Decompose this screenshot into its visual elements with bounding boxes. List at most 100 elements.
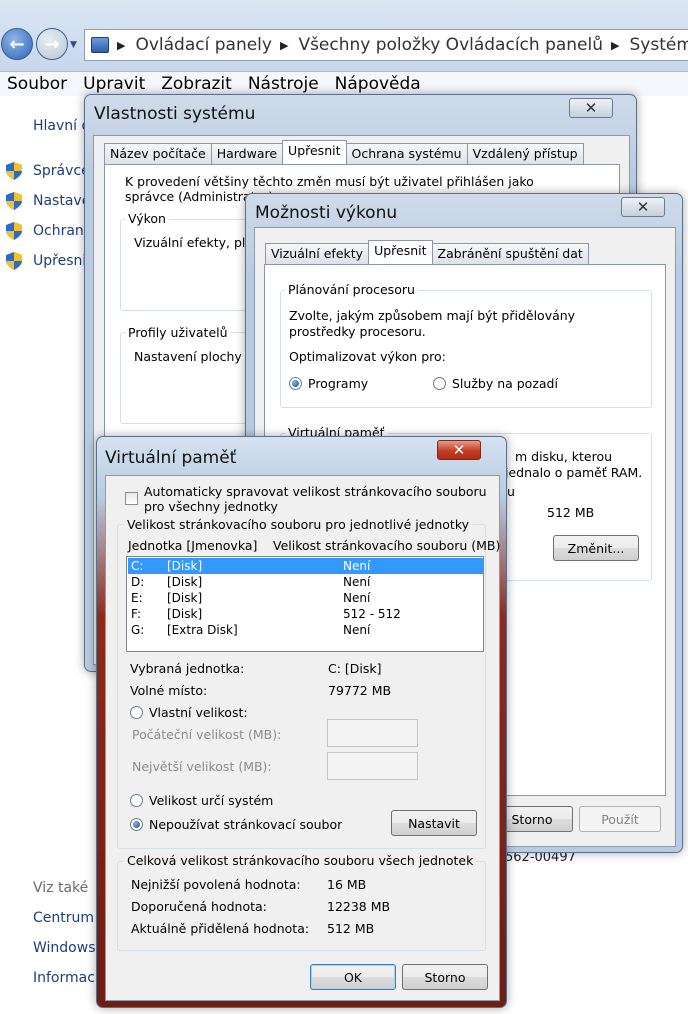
list-item[interactable]: F: [Disk] 512 - 512 <box>128 606 483 622</box>
shield-icon <box>6 222 22 240</box>
radio-system-managed[interactable] <box>130 794 143 807</box>
close-button[interactable]: ✕ <box>437 440 481 460</box>
profiles-text: Nastavení plochy v <box>134 349 254 364</box>
scheduling-text: Zvolte, jakým způsobem mají být přidělov… <box>289 308 576 339</box>
tab-advanced[interactable]: Upřesnit <box>368 240 433 264</box>
apply-button: Použít <box>579 806 661 832</box>
menu-view[interactable]: Zobrazit <box>161 74 232 94</box>
breadcrumb-item[interactable]: Systém <box>629 35 688 55</box>
side-link[interactable]: Správce <box>33 163 90 179</box>
profiles-label: Profily uživatelů <box>125 325 231 340</box>
side-home-link[interactable]: Hlavní o <box>33 118 90 134</box>
see-also-link[interactable]: Informac <box>33 970 95 986</box>
breadcrumb[interactable]: ▶ Ovládací panely ▶ Všechny položky Ovlá… <box>84 29 688 61</box>
virtual-memory-text-1: m disku, kterou <box>515 449 613 464</box>
window-title: Vlastnosti systému <box>94 104 256 124</box>
side-link[interactable]: Nastave <box>33 193 90 209</box>
total-label: Celková velikost stránkovacího souboru v… <box>124 853 477 868</box>
see-also-heading: Viz také <box>33 880 89 896</box>
tab-strip: Vizuální efekty Upřesnit Zabránění spušt… <box>265 240 589 264</box>
close-icon: ✕ <box>636 198 650 216</box>
radio-custom-size-label[interactable]: Vlastní velikost: <box>149 705 248 720</box>
arrow-left-icon: ← <box>9 33 25 55</box>
radio-background-services-label[interactable]: Služby na pozadí <box>452 376 558 391</box>
shield-icon <box>6 252 22 270</box>
menu-bar: Soubor Upravit Zobrazit Nástroje Nápověd… <box>0 72 688 96</box>
see-also-link[interactable]: Centrum <box>33 910 94 926</box>
column-header-size: Velikost stránkovacího souboru (MB) <box>273 538 501 553</box>
virtual-memory-size: 512 MB <box>547 505 595 520</box>
list-item[interactable]: E: [Disk] Není <box>128 590 483 606</box>
window-title: Možnosti výkonu <box>255 203 398 223</box>
max-size-label: Největší velikost (MB): <box>132 759 272 774</box>
performance-text: Vizuální efekty, plá <box>134 235 254 250</box>
list-item[interactable]: D: [Disk] Není <box>128 574 483 590</box>
auto-manage-checkbox[interactable] <box>125 492 138 505</box>
tab-visual-effects[interactable]: Vizuální efekty <box>265 243 370 264</box>
radio-programs-label[interactable]: Programy <box>308 376 368 391</box>
close-button[interactable]: ✕ <box>569 98 613 118</box>
window-client: Automaticky spravovat velikost stránkova… <box>105 475 500 1001</box>
chevron-right-icon[interactable]: ▶ <box>611 39 619 52</box>
recommended-value: 12238 MB <box>327 899 391 914</box>
close-icon: ✕ <box>584 99 598 117</box>
virtual-memory-text-3: u <box>507 484 515 499</box>
set-button[interactable]: Nastavit <box>391 810 477 836</box>
current-value: 512 MB <box>327 921 375 936</box>
tab-dep[interactable]: Zabránění spuštění dat <box>431 243 589 264</box>
selected-drive-value: C: [Disk] <box>328 661 382 676</box>
chevron-right-icon[interactable]: ▶ <box>280 39 288 52</box>
auto-manage-label[interactable]: Automaticky spravovat velikost stránkova… <box>144 484 489 514</box>
radio-system-managed-label[interactable]: Velikost určí systém <box>149 793 273 808</box>
radio-no-paging-label[interactable]: Nepoužívat stránkovací soubor <box>149 817 342 832</box>
menu-help[interactable]: Nápověda <box>335 74 421 94</box>
performance-label: Výkon <box>125 211 169 226</box>
virtual-memory-text-2: jednalo o paměť RAM. <box>505 465 643 480</box>
see-also-link[interactable]: Windows <box>33 940 96 956</box>
radio-background-services[interactable] <box>433 377 446 390</box>
drive-list[interactable]: C: [Disk] Není D: [Disk] Není E: [Disk] Není F… <box>126 556 484 652</box>
forward-button[interactable]: → <box>36 28 68 60</box>
tab-system-protection[interactable]: Ochrana systému <box>345 143 468 164</box>
scheduling-label: Plánování procesoru <box>285 282 418 297</box>
change-button[interactable]: Změnit... <box>553 535 639 561</box>
breadcrumb-item[interactable]: Ovládací panely <box>135 35 272 55</box>
close-icon: ✕ <box>452 441 466 459</box>
close-button[interactable]: ✕ <box>621 197 665 217</box>
tab-advanced[interactable]: Upřesnit <box>282 140 347 164</box>
window-title: Virtuální paměť <box>105 448 237 468</box>
menu-tools[interactable]: Nástroje <box>248 74 319 94</box>
free-space-label: Volné místo: <box>130 683 208 698</box>
control-panel-icon <box>91 37 109 53</box>
virtual-memory-window: Virtuální paměť ✕ Automaticky spravovat … <box>96 436 507 1008</box>
chevron-right-icon[interactable]: ▶ <box>117 39 125 52</box>
column-header-drive: Jednotka [Jmenovka] <box>128 538 258 553</box>
ok-button[interactable]: OK <box>310 964 396 990</box>
history-dropdown-icon[interactable]: ▼ <box>70 40 77 50</box>
side-link[interactable]: Upřesni <box>33 253 86 269</box>
breadcrumb-item[interactable]: Všechny položky Ovládacích panelů <box>298 35 603 55</box>
radio-programs[interactable] <box>289 377 302 390</box>
radio-custom-size[interactable] <box>130 706 143 719</box>
tab-computer-name[interactable]: Název počítače <box>104 143 212 164</box>
shield-icon <box>6 192 22 210</box>
optimize-label: Optimalizovat výkon pro: <box>289 349 446 364</box>
radio-no-paging[interactable] <box>130 818 143 831</box>
initial-size-label: Počáteční velikost (MB): <box>132 727 282 742</box>
min-value: 16 MB <box>327 877 367 892</box>
list-item[interactable]: C: [Disk] Není <box>128 558 483 574</box>
recommended-label: Doporučená hodnota: <box>131 899 267 914</box>
tab-remote[interactable]: Vzdálený přístup <box>466 143 584 164</box>
arrow-right-icon: → <box>44 33 60 55</box>
tab-hardware[interactable]: Hardware <box>210 143 284 164</box>
list-item[interactable]: G: [Extra Disk] Není <box>128 622 483 638</box>
min-label: Nejnižší povolená hodnota: <box>131 877 301 892</box>
current-label: Aktuálně přidělená hodnota: <box>131 921 310 936</box>
max-size-input <box>327 752 418 780</box>
selected-drive-label: Vybraná jednotka: <box>130 661 245 676</box>
back-button[interactable]: ← <box>1 28 33 60</box>
cancel-button[interactable]: Storno <box>402 964 488 990</box>
menu-edit[interactable]: Upravit <box>83 74 145 94</box>
menu-file[interactable]: Soubor <box>7 74 67 94</box>
per-drive-label: Velikost stránkovacího souboru pro jedno… <box>124 517 473 532</box>
